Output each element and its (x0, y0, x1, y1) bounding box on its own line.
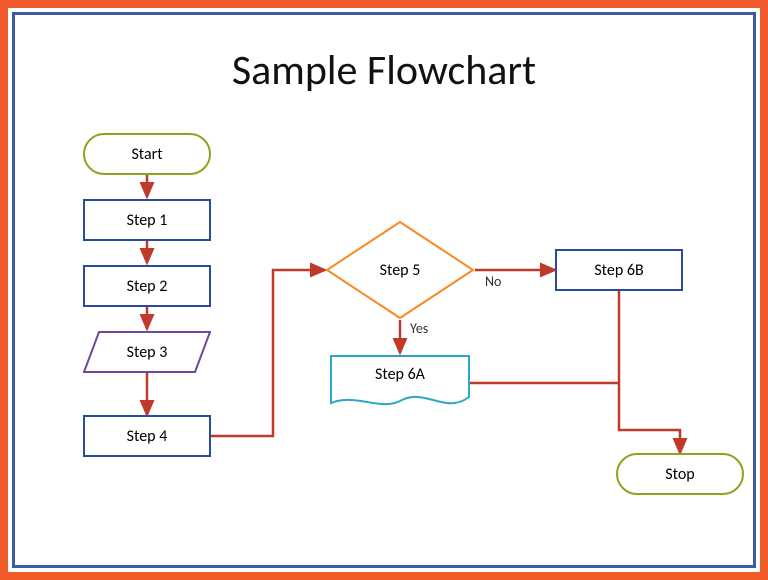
step6a-document: Step 6A (330, 355, 470, 410)
step1-label: Step 1 (127, 211, 168, 230)
step6b-label: Step 6B (594, 261, 643, 280)
stop-terminator: Stop (616, 453, 744, 495)
start-label: Start (131, 145, 162, 164)
step5-decision: Step 5 (325, 220, 475, 320)
step3-data: Step 3 (83, 331, 211, 373)
outer-border: Sample Flowchart (0, 0, 768, 580)
step5-label: Step 5 (380, 261, 421, 280)
step6a-label: Step 6A (375, 365, 425, 384)
step1-process: Step 1 (83, 199, 211, 241)
inner-border: Sample Flowchart (12, 12, 756, 568)
stop-label: Stop (665, 465, 694, 484)
edge-yes-label: Yes (410, 320, 428, 337)
step6b-process: Step 6B (555, 249, 683, 291)
flowchart-title: Sample Flowchart (15, 45, 753, 96)
start-terminator: Start (83, 133, 211, 175)
step4-label: Step 4 (127, 427, 168, 446)
step3-label: Step 3 (127, 343, 168, 362)
step4-process: Step 4 (83, 415, 211, 457)
edge-no-label: No (485, 273, 501, 290)
step2-label: Step 2 (127, 277, 168, 296)
step2-process: Step 2 (83, 265, 211, 307)
